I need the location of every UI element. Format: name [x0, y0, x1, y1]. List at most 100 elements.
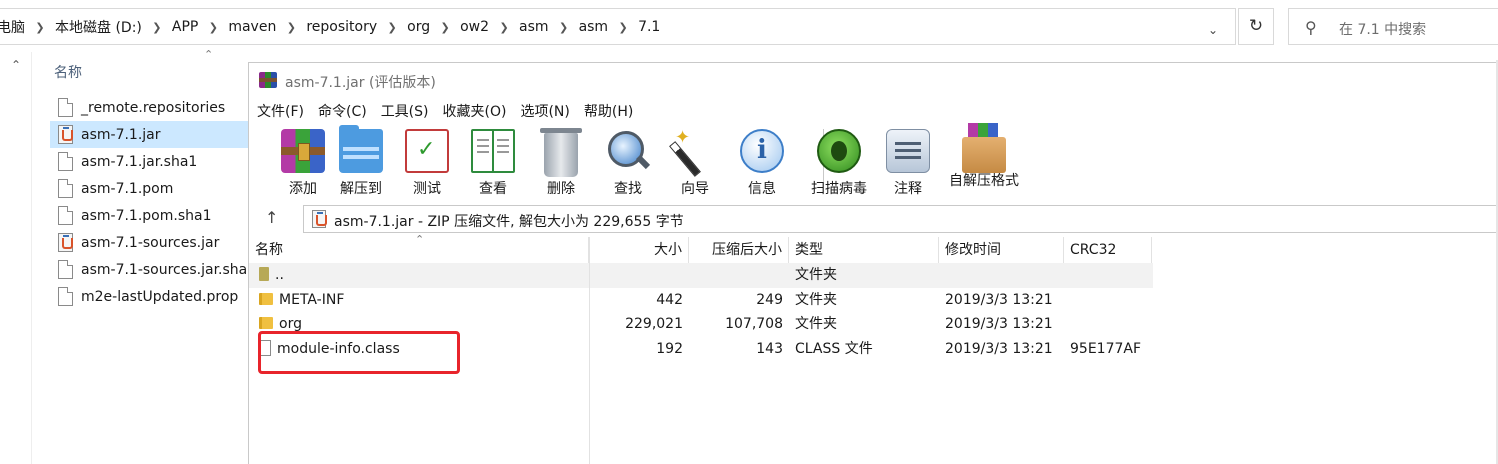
column-header-packed[interactable]: 压缩后大小 [689, 237, 789, 263]
doc-icon [58, 152, 73, 171]
cell-packed: 143 [756, 340, 783, 357]
cell-crc [1064, 263, 1152, 287]
chevron-right-icon[interactable]: ❯ [432, 21, 458, 34]
chevron-right-icon[interactable]: ❯ [278, 21, 304, 34]
jar-icon [58, 125, 73, 144]
file-item[interactable]: m2e-lastUpdated.prop [50, 283, 250, 310]
breadcrumb-org[interactable]: org [405, 19, 432, 35]
comment-button[interactable]: 注释 [878, 129, 938, 198]
find-button[interactable]: 查找 [598, 129, 658, 198]
path-bar: ↑ asm-7.1.jar - ZIP 压缩文件, 解包大小为 229,655 … [249, 205, 1498, 233]
winrar-logo-icon [259, 72, 277, 88]
parent-folder-icon [259, 267, 269, 281]
file-item[interactable]: asm-7.1.pom [50, 175, 250, 202]
magnifier-icon [606, 129, 650, 173]
file-list: _remote.repositories asm-7.1.jar asm-7.1… [50, 94, 250, 310]
search-icon: ⚲ [1305, 18, 1317, 37]
breadcrumb-app[interactable]: APP [170, 19, 200, 35]
chevron-right-icon[interactable]: ❯ [610, 21, 636, 34]
archive-path: asm-7.1.jar - ZIP 压缩文件, 解包大小为 229,655 字节 [334, 214, 684, 230]
column-header-name[interactable]: 名称 [54, 62, 82, 82]
menu-favorites[interactable]: 收藏夹(O) [443, 101, 507, 123]
file-item[interactable]: asm-7.1.jar.sha1 [50, 148, 250, 175]
sort-ascending-icon: ⌃ [415, 233, 425, 246]
cell-packed: 107,708 [725, 316, 783, 332]
search-input[interactable]: ⚲ 在 7.1 中搜索 [1288, 8, 1498, 45]
refresh-button[interactable]: ↻ [1238, 8, 1274, 45]
file-item[interactable]: asm-7.1-sources.jar [50, 229, 250, 256]
cell-modified: 2019/3/3 13:21 [945, 340, 1053, 357]
column-header-crc[interactable]: CRC32 [1064, 237, 1152, 263]
sfx-button[interactable]: 自解压格式 [947, 123, 1021, 190]
view-button[interactable]: 查看 [463, 129, 523, 198]
trash-icon [540, 128, 582, 177]
doc-icon [58, 98, 73, 117]
breadcrumb-version[interactable]: 7.1 [636, 19, 662, 35]
table-header: 名称 ⌃ 大小 压缩后大小 类型 修改时间 CRC32 [249, 233, 1153, 263]
breadcrumb-ow2[interactable]: ow2 [458, 19, 491, 35]
jar-icon [312, 210, 327, 228]
file-item[interactable]: asm-7.1.pom.sha1 [50, 202, 250, 229]
column-header-type[interactable]: 类型 [789, 237, 939, 263]
menu-options[interactable]: 选项(N) [520, 101, 569, 123]
chevron-right-icon[interactable]: ❯ [144, 21, 170, 34]
table-row-parent[interactable]: .. 文件夹 [249, 263, 1153, 288]
cell-crc: 95E177AF [1070, 340, 1142, 357]
cell-modified [939, 263, 1064, 287]
info-icon [740, 129, 784, 173]
archive-path-field[interactable]: asm-7.1.jar - ZIP 压缩文件, 解包大小为 229,655 字节 [303, 205, 1498, 233]
chevron-right-icon[interactable]: ❯ [379, 21, 405, 34]
file-item-selected[interactable]: asm-7.1.jar [50, 121, 250, 148]
cell-name: .. [253, 263, 583, 287]
jar-icon [58, 233, 73, 252]
up-arrow-icon[interactable]: ↑ [265, 208, 278, 227]
folder-icon [259, 292, 273, 305]
column-header-modified[interactable]: 修改时间 [939, 237, 1064, 263]
delete-button[interactable]: 删除 [531, 128, 591, 198]
menu-help[interactable]: 帮助(H) [584, 101, 633, 123]
file-item[interactable]: _remote.repositories [50, 94, 250, 121]
chevron-right-icon[interactable]: ❯ [551, 21, 577, 34]
test-button[interactable]: 测试 [397, 129, 457, 198]
extract-folder-icon [339, 125, 383, 173]
virus-scan-button[interactable]: 扫描病毒 [809, 129, 869, 198]
add-button[interactable]: 添加 [273, 129, 333, 198]
menu-file[interactable]: 文件(F) [257, 101, 304, 123]
wizard-wand-icon [673, 127, 717, 173]
column-header-size[interactable]: 大小 [589, 237, 689, 263]
cell-size [589, 263, 689, 287]
breadcrumb-repository[interactable]: repository [304, 19, 379, 35]
table-row[interactable]: META-INF 442 249 文件夹 2019/3/3 13:21 [249, 288, 1153, 313]
cell-crc [1064, 312, 1152, 336]
file-item[interactable]: asm-7.1-sources.jar.sha [50, 256, 250, 283]
breadcrumb-asm[interactable]: asm [517, 19, 551, 35]
virus-scan-icon [817, 129, 861, 173]
vertical-scrollbar[interactable]: ⌃ [0, 52, 32, 464]
breadcrumb-this-pc[interactable]: 电脑 [0, 17, 27, 37]
cell-modified: 2019/3/3 13:21 [945, 316, 1053, 332]
breadcrumb: 电脑 ❯ 本地磁盘 (D:) ❯ APP ❯ maven ❯ repositor… [0, 18, 662, 36]
chevron-right-icon[interactable]: ❯ [27, 21, 53, 34]
chevron-right-icon[interactable]: ❯ [200, 21, 226, 34]
title-bar[interactable]: asm-7.1.jar (评估版本) [249, 63, 1498, 97]
address-bar[interactable]: 电脑 ❯ 本地磁盘 (D:) ❯ APP ❯ maven ❯ repositor… [0, 8, 1236, 45]
extract-to-button[interactable]: 解压到 [331, 125, 391, 198]
chevron-down-icon[interactable]: ⌄ [1204, 23, 1222, 37]
chevron-right-icon[interactable]: ❯ [491, 21, 517, 34]
scroll-up-icon[interactable]: ⌃ [11, 58, 21, 72]
breadcrumb-drive-d[interactable]: 本地磁盘 (D:) [53, 17, 144, 37]
sfx-box-icon [962, 123, 1006, 173]
cell-type: 文件夹 [795, 267, 837, 283]
cell-modified: 2019/3/3 13:21 [945, 291, 1053, 308]
menu-commands[interactable]: 命令(C) [318, 101, 367, 123]
doc-icon [58, 179, 73, 198]
breadcrumb-asm-2[interactable]: asm [577, 19, 611, 35]
cell-size: 442 [656, 291, 683, 308]
menu-bar: 文件(F) 命令(C) 工具(S) 收藏夹(O) 选项(N) 帮助(H) [257, 101, 647, 123]
cell-type: 文件夹 [795, 291, 837, 308]
info-button[interactable]: 信息 [732, 129, 792, 198]
cell-size: 229,021 [625, 316, 683, 332]
menu-tools[interactable]: 工具(S) [381, 101, 429, 123]
wizard-button[interactable]: 向导 [665, 127, 725, 198]
breadcrumb-maven[interactable]: maven [226, 19, 278, 35]
